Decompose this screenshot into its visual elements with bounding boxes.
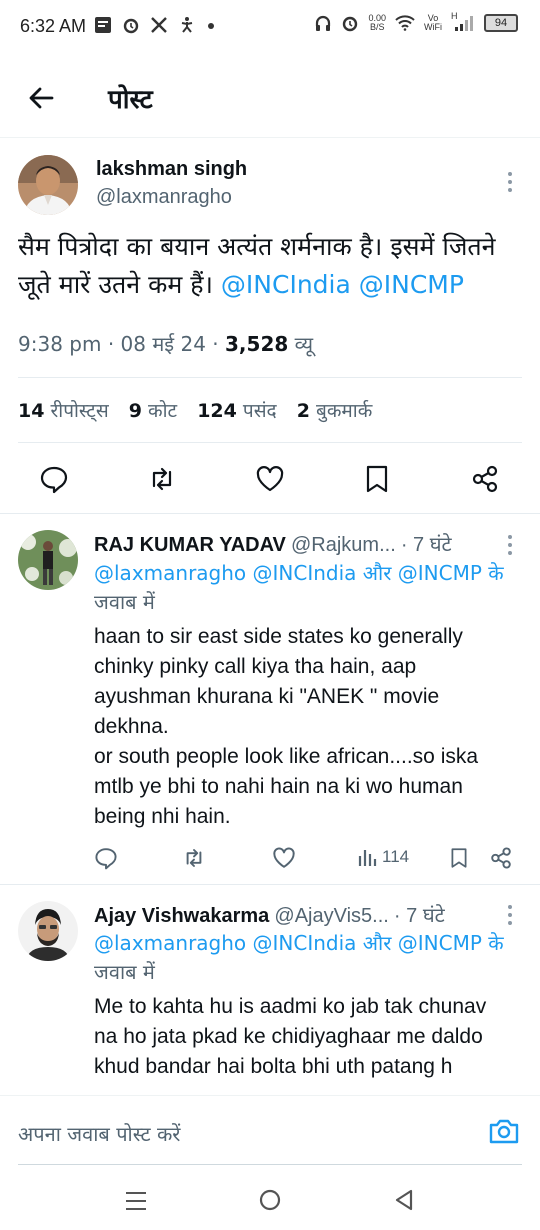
divider bbox=[0, 884, 540, 885]
mention-link[interactable]: @INCMP bbox=[359, 270, 464, 299]
reply-context: @laxmanragho @INCIndia और @INCMP के जवाब… bbox=[94, 561, 504, 614]
reply-icon[interactable] bbox=[94, 846, 118, 870]
notes-icon bbox=[94, 16, 112, 34]
reply-author-name[interactable]: Ajay Vishwakarma bbox=[94, 905, 269, 927]
wifi-icon bbox=[395, 15, 415, 31]
status-time: 6:32 AM bbox=[20, 16, 87, 36]
mention-link[interactable]: @laxmanragho bbox=[94, 561, 246, 585]
mention-link[interactable]: @INCMP bbox=[398, 561, 482, 585]
reposts-stat[interactable]: 14 रीपोस्ट्स bbox=[18, 400, 109, 422]
share-icon[interactable] bbox=[470, 464, 500, 494]
post-text: सैम पित्रोदा का बयान अत्यंत शर्मनाक है। … bbox=[18, 232, 496, 299]
post-author-handle[interactable]: @laxmanragho bbox=[96, 186, 232, 209]
reply-header: RAJ KUMAR YADAV @Rajkum... · 7 घंटे bbox=[94, 530, 452, 557]
accessibility-icon bbox=[178, 16, 196, 34]
x-logo-icon bbox=[150, 16, 168, 34]
bookmarks-stat[interactable]: 2 बुकमार्क bbox=[297, 400, 373, 422]
alarm-icon bbox=[122, 16, 140, 34]
reply-avatar[interactable] bbox=[18, 901, 78, 961]
post-stats: 14 रीपोस्ट्स 9 कोट 124 पसंद 2 बुकमार्क bbox=[18, 397, 372, 423]
reply-author-handle[interactable]: @AjayVis5... bbox=[274, 905, 388, 927]
status-bar: 6:32 AM 0.00 B/S Vo WiFi H 94 bbox=[0, 0, 540, 56]
reply-author-handle[interactable]: @Rajkum... bbox=[291, 534, 396, 556]
signal-icon: H bbox=[451, 12, 475, 32]
repost-icon[interactable] bbox=[147, 464, 177, 494]
bookmark-icon[interactable] bbox=[362, 464, 392, 494]
mention-link[interactable]: @INCIndia bbox=[221, 270, 351, 299]
dot-icon bbox=[206, 16, 216, 34]
reply-author-name[interactable]: RAJ KUMAR YADAV bbox=[94, 534, 286, 556]
reply-composer[interactable]: अपना जवाब पोस्ट करें bbox=[0, 1095, 540, 1167]
share-icon[interactable] bbox=[489, 846, 513, 870]
post-author-avatar[interactable] bbox=[18, 155, 78, 215]
reply-avatar[interactable] bbox=[18, 530, 78, 590]
reply-icon[interactable] bbox=[39, 464, 69, 494]
reply-more-icon[interactable] bbox=[507, 535, 513, 559]
post-meta: 9:38 pm · 08 मई 24 · 3,528 व्यू bbox=[18, 332, 314, 356]
divider bbox=[0, 513, 540, 514]
like-heart-icon[interactable] bbox=[255, 464, 285, 494]
reply-context: @laxmanragho @INCIndia और @INCMP के जवाब… bbox=[94, 931, 504, 984]
battery-icon: 94 bbox=[484, 14, 518, 32]
quotes-stat[interactable]: 9 कोट bbox=[129, 400, 177, 422]
arrow-left-icon bbox=[22, 78, 62, 118]
views-chart-icon bbox=[358, 846, 378, 868]
reply-text: Me to kahta hu is aadmi ko jab tak chuna… bbox=[94, 995, 487, 1078]
home-icon[interactable] bbox=[258, 1188, 282, 1212]
post-time: 9:38 pm bbox=[18, 332, 102, 356]
mention-link[interactable]: @INCIndia bbox=[253, 561, 357, 585]
recent-apps-icon[interactable] bbox=[124, 1190, 148, 1212]
post-date: 08 मई 24 bbox=[120, 332, 206, 356]
mention-link[interactable]: @laxmanragho bbox=[94, 931, 246, 955]
volte-indicator: Vo WiFi bbox=[424, 13, 442, 32]
alarm-icon bbox=[341, 14, 359, 32]
back-triangle-icon[interactable] bbox=[392, 1188, 416, 1212]
views-button[interactable]: 114 bbox=[358, 846, 409, 868]
post-views-count: 3,528 bbox=[225, 332, 289, 356]
reply-more-icon[interactable] bbox=[507, 905, 513, 929]
mention-link[interactable]: @INCIndia bbox=[253, 931, 357, 955]
views-count: 114 bbox=[382, 847, 410, 866]
reply-time: · 7 घंटे bbox=[400, 534, 452, 556]
divider bbox=[18, 1164, 522, 1165]
bookmark-icon[interactable] bbox=[448, 846, 470, 870]
page-title: पोस्ट bbox=[108, 85, 153, 115]
network-speed: 0.00 B/S bbox=[368, 13, 386, 32]
divider bbox=[18, 442, 522, 443]
post-author-name[interactable]: lakshman singh bbox=[96, 158, 247, 181]
divider bbox=[18, 377, 522, 378]
system-nav-bar bbox=[0, 1170, 540, 1230]
reply-text: haan to sir east side states ko generall… bbox=[94, 625, 479, 828]
repost-icon[interactable] bbox=[182, 846, 206, 870]
reply-input[interactable]: अपना जवाब पोस्ट करें bbox=[18, 1120, 181, 1147]
top-header: पोस्ट bbox=[0, 56, 540, 138]
like-heart-icon[interactable] bbox=[272, 846, 296, 870]
reply-time: · 7 घंटे bbox=[393, 905, 445, 927]
mention-link[interactable]: @INCMP bbox=[398, 931, 482, 955]
post-more-icon[interactable] bbox=[507, 172, 513, 196]
back-button[interactable] bbox=[22, 78, 62, 118]
headphones-icon bbox=[314, 14, 332, 32]
camera-icon[interactable] bbox=[488, 1116, 520, 1146]
likes-stat[interactable]: 124 पसंद bbox=[197, 400, 276, 422]
reply-header: Ajay Vishwakarma @AjayVis5... · 7 घंटे bbox=[94, 901, 445, 928]
